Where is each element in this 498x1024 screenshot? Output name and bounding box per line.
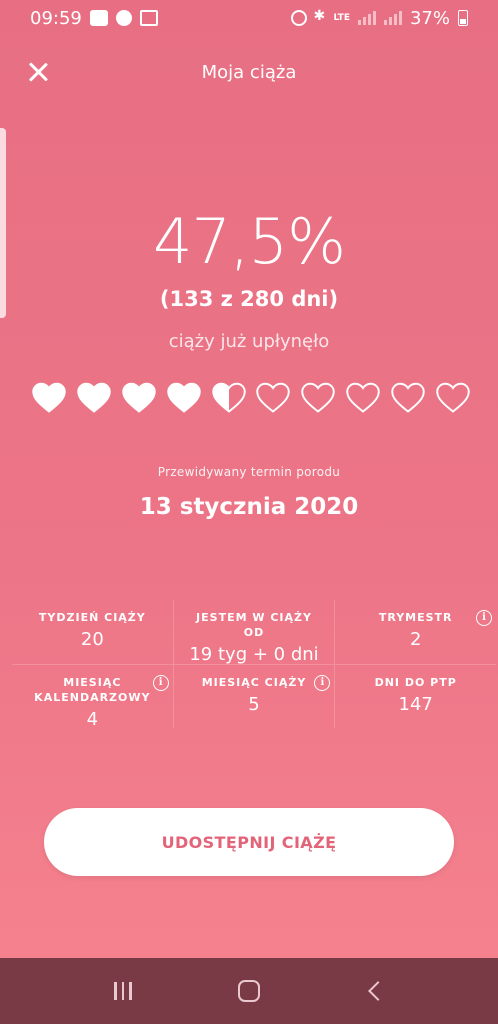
recent-apps-button[interactable] bbox=[103, 971, 143, 1011]
stats-row: MIESIĄC KALENDARZOWY 4 i MIESIĄC CIĄŻY 5… bbox=[12, 664, 496, 730]
heart-filled-icon bbox=[32, 382, 66, 413]
home-icon bbox=[238, 980, 260, 1002]
status-right: LTE 37% bbox=[291, 8, 468, 29]
heart-empty-icon bbox=[436, 382, 470, 413]
stat-days-to-due-label: DNI DO PTP bbox=[374, 676, 457, 689]
stats-row: TYDZIEŃ CIĄŻY 20 JESTEM W CIĄŻY OD 19 ty… bbox=[12, 600, 496, 665]
status-left: 09:59 bbox=[30, 8, 158, 29]
stat-calendar-month: MIESIĄC KALENDARZOWY 4 i bbox=[12, 665, 173, 730]
stat-days-to-due-value: 147 bbox=[398, 694, 433, 715]
heart-empty-icon bbox=[301, 382, 335, 413]
stat-calendar-month-value: 4 bbox=[86, 709, 99, 730]
stat-week: TYDZIEŃ CIĄŻY 20 bbox=[12, 600, 173, 664]
back-button[interactable] bbox=[355, 971, 395, 1011]
due-date: 13 stycznia 2020 bbox=[139, 494, 359, 520]
progress-caption: ciąży już upłynęło bbox=[168, 331, 330, 352]
heart-filled-icon bbox=[77, 382, 111, 413]
page-title: Moja ciąża bbox=[201, 62, 297, 83]
stat-week-label: TYDZIEŃ CIĄŻY bbox=[38, 611, 146, 624]
progress-percent: 47,5% bbox=[153, 205, 346, 278]
stat-pregnancy-month-value: 5 bbox=[248, 694, 260, 715]
message-icon bbox=[89, 10, 108, 26]
battery-icon bbox=[458, 10, 468, 26]
progress-days: (133 z 280 dni) bbox=[159, 287, 339, 311]
stat-duration-value: 19 tyg + 0 dni bbox=[189, 644, 319, 665]
stat-trimester-label: TRYMESTR bbox=[378, 611, 453, 624]
share-pregnancy-button[interactable]: UDOSTĘPNIJ CIĄŻĘ bbox=[44, 808, 454, 876]
stat-trimester-value: 2 bbox=[409, 629, 422, 650]
signal-icon-2 bbox=[383, 11, 402, 25]
heart-empty-icon bbox=[256, 382, 291, 413]
signal-icon bbox=[357, 11, 376, 25]
stat-pregnancy-month-label: MIESIĄC CIĄŻY bbox=[201, 676, 307, 689]
calendar-month-info-icon[interactable]: i bbox=[152, 675, 169, 691]
recent-apps-icon bbox=[114, 982, 132, 1000]
battery-percent: 37% bbox=[409, 7, 450, 29]
news-icon bbox=[139, 10, 158, 26]
home-button[interactable] bbox=[229, 971, 269, 1011]
status-time: 09:59 bbox=[30, 7, 82, 29]
stat-pregnancy-month: MIESIĄC CIĄŻY 5 i bbox=[172, 665, 335, 728]
heart-half-icon bbox=[211, 382, 246, 413]
trimester-info-icon[interactable]: i bbox=[476, 610, 493, 626]
status-bar: 09:59 LTE 37% bbox=[0, 0, 498, 36]
bluetooth-icon bbox=[313, 8, 325, 26]
app-notification-icon bbox=[115, 10, 132, 26]
system-navigation-bar bbox=[0, 958, 498, 1024]
alarm-icon bbox=[291, 10, 308, 26]
stat-duration: JESTEM W CIĄŻY OD 19 tyg + 0 dni bbox=[172, 600, 335, 665]
stat-calendar-month-label: MIESIĄC KALENDARZOWY bbox=[34, 676, 151, 704]
stat-trimester: TRYMESTR 2 i bbox=[334, 600, 496, 664]
stats-grid: TYDZIEŃ CIĄŻY 20 JESTEM W CIĄŻY OD 19 ty… bbox=[12, 600, 496, 730]
heart-filled-icon bbox=[122, 382, 156, 413]
stat-days-to-due: DNI DO PTP 147 bbox=[334, 665, 496, 728]
due-date-label: Przewidywany termin porodu bbox=[157, 465, 341, 479]
header: Moja ciąża bbox=[0, 52, 498, 92]
heart-empty-icon bbox=[346, 382, 380, 413]
back-icon bbox=[368, 981, 388, 1001]
stat-duration-label: JESTEM W CIĄŻY OD bbox=[196, 611, 312, 639]
stat-week-value: 20 bbox=[80, 629, 104, 650]
heart-filled-icon bbox=[166, 382, 201, 413]
heart-empty-icon bbox=[391, 382, 425, 413]
progress-hearts bbox=[31, 380, 471, 416]
network-type: LTE bbox=[333, 12, 350, 23]
